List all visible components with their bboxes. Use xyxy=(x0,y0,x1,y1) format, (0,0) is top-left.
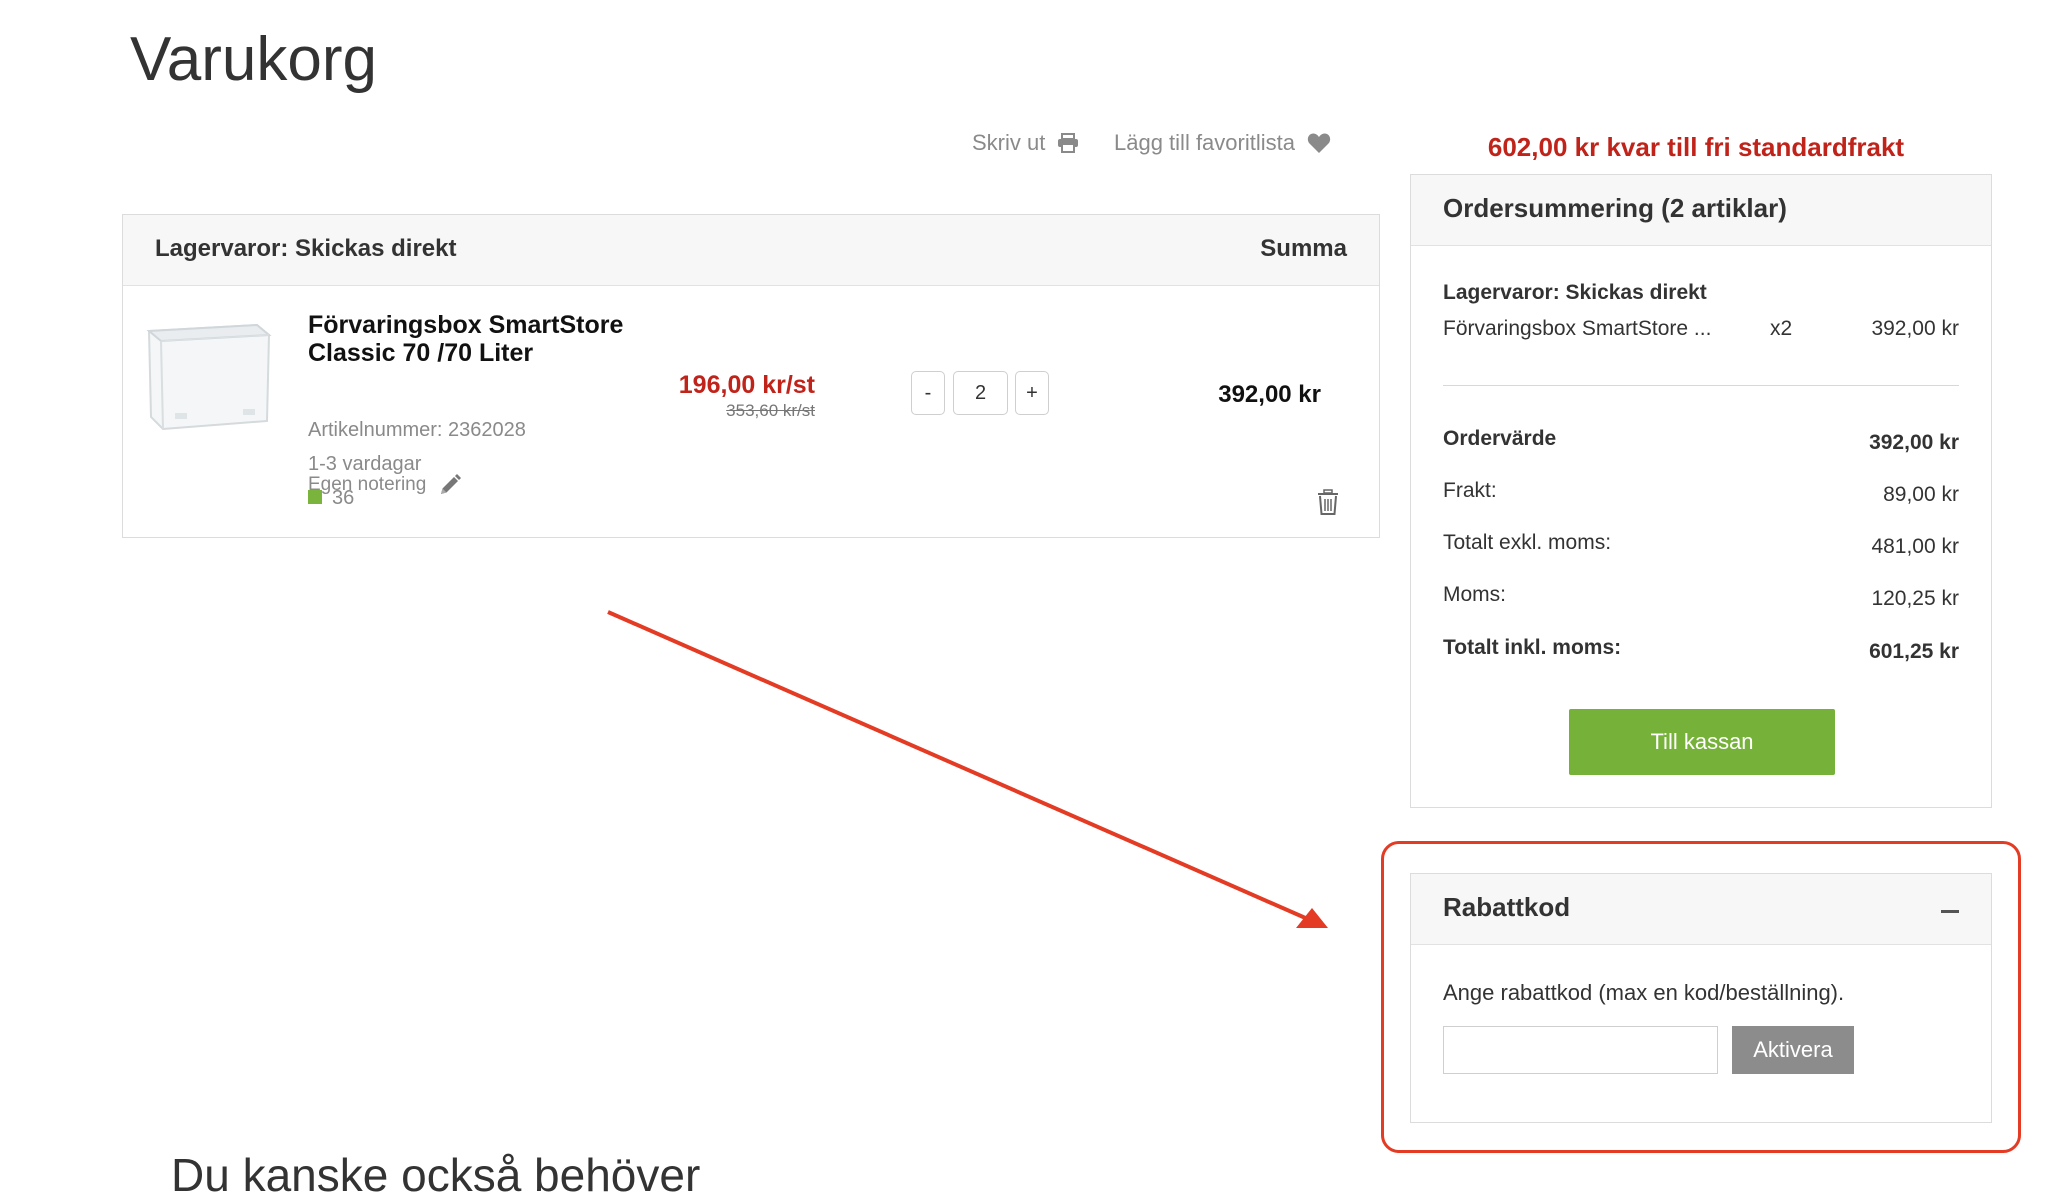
free-shipping-notice: 602,00 kr kvar till fri standardfrakt xyxy=(1487,132,1905,162)
quantity-input[interactable] xyxy=(953,371,1008,415)
cart-sum-header: Summa xyxy=(1260,235,1347,262)
shipping-value: 89,00 kr xyxy=(1883,483,1959,506)
order-summary-header: Ordersummering (2 artiklar) xyxy=(1411,175,1991,246)
print-label: Skriv ut xyxy=(972,130,1046,155)
print-link[interactable]: Skriv ut xyxy=(972,130,1079,156)
heart-icon xyxy=(1307,133,1331,153)
cart-panel: Lagervaror: Skickas direkt Summa Förvari… xyxy=(122,214,1380,538)
total-ex-vat-value: 481,00 kr xyxy=(1871,535,1959,558)
page-title: Varukorg xyxy=(130,25,377,94)
cart-header: Lagervaror: Skickas direkt Summa xyxy=(123,215,1379,286)
discount-title: Rabattkod xyxy=(1443,892,1571,922)
summary-item-name: Förvaringsbox SmartStore ... xyxy=(1443,317,1712,340)
total-ex-vat-label: Totalt exkl. moms: xyxy=(1443,531,1612,554)
line-total: 392,00 kr xyxy=(1218,381,1321,408)
quantity-increase-button[interactable]: + xyxy=(1015,371,1049,415)
discount-instruction: Ange rabattkod (max en kod/beställning). xyxy=(1443,980,1845,1005)
total-incl-vat-value: 601,25 kr xyxy=(1869,640,1959,663)
trash-icon[interactable] xyxy=(1317,489,1339,515)
article-number: Artikelnummer: 2362028 xyxy=(308,419,526,441)
minus-icon[interactable] xyxy=(1941,910,1959,913)
own-note-link[interactable]: Egen notering xyxy=(308,473,462,497)
product-image[interactable] xyxy=(139,313,277,439)
old-unit-price: 353,60 kr/st xyxy=(726,401,815,420)
activate-button[interactable]: Aktivera xyxy=(1732,1026,1854,1074)
checkout-button[interactable]: Till kassan xyxy=(1569,709,1835,775)
own-note-label: Egen notering xyxy=(308,474,427,495)
order-summary: Ordersummering (2 artiklar) Lagervaror: … xyxy=(1410,174,1992,808)
summary-divider xyxy=(1443,385,1959,386)
vat-label: Moms: xyxy=(1443,583,1506,606)
favorite-label: Lägg till favoritlista xyxy=(1114,130,1295,155)
cart-group-label: Lagervaror: Skickas direkt xyxy=(155,235,457,262)
summary-group-label: Lagervaror: Skickas direkt xyxy=(1443,281,1707,304)
vat-value: 120,25 kr xyxy=(1871,587,1959,610)
total-incl-vat-label: Totalt inkl. moms: xyxy=(1443,636,1622,659)
favorite-link[interactable]: Lägg till favoritlista xyxy=(1114,130,1331,156)
order-summary-title: Ordersummering (2 artiklar) xyxy=(1443,193,1787,223)
product-name[interactable]: Förvaringsbox SmartStore Classic 70 /70 … xyxy=(308,311,638,367)
summary-item-value: 392,00 kr xyxy=(1871,317,1959,340)
order-value-label: Ordervärde xyxy=(1443,427,1557,450)
unit-price: 196,00 kr/st xyxy=(678,371,815,399)
printer-icon xyxy=(1058,133,1079,153)
discount-code-input[interactable] xyxy=(1443,1026,1718,1074)
shipping-label: Frakt: xyxy=(1443,479,1497,502)
summary-item-qty: x2 xyxy=(1770,317,1793,340)
pencil-icon xyxy=(441,474,462,494)
discount-header[interactable]: Rabattkod xyxy=(1411,874,1991,945)
also-need-heading: Du kanske också behöver xyxy=(171,1149,701,1201)
quantity-decrease-button[interactable]: - xyxy=(911,371,945,415)
discount-panel: Rabattkod Ange rabattkod (max en kod/bes… xyxy=(1410,873,1992,1123)
order-value: 392,00 kr xyxy=(1869,431,1959,454)
